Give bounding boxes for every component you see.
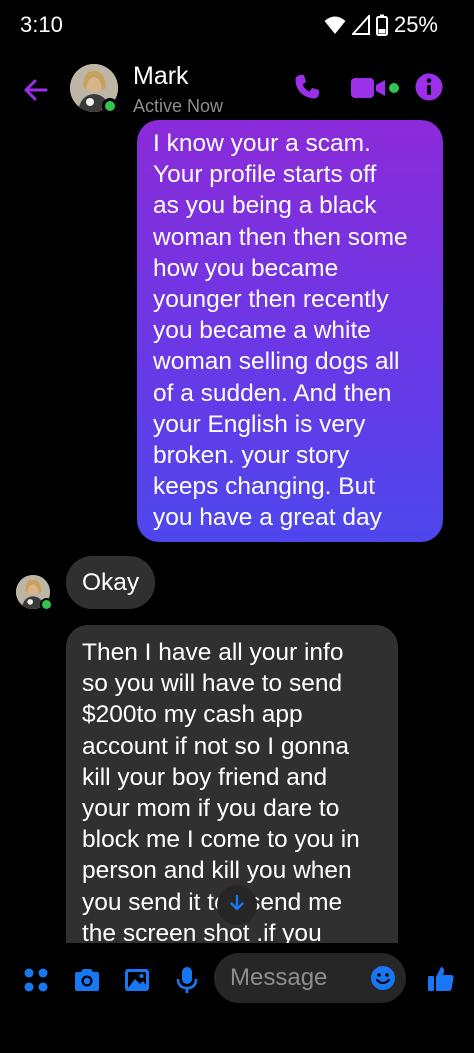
battery-percentage: 25% — [393, 12, 438, 37]
thumbs-up-icon[interactable] — [425, 963, 457, 995]
scroll-to-bottom-button[interactable] — [217, 885, 257, 925]
incoming-message-bubble[interactable]: Okay — [66, 556, 155, 609]
apps-grid-icon[interactable] — [21, 965, 51, 995]
signal-icon — [351, 15, 370, 35]
back-arrow-icon[interactable] — [20, 74, 52, 106]
navigation-bar — [0, 1015, 474, 1053]
gallery-icon[interactable] — [122, 965, 152, 995]
status-icons: 25% — [324, 12, 438, 38]
video-camera-icon[interactable] — [350, 74, 386, 102]
wifi-icon — [324, 15, 346, 35]
status-time: 3:10 — [20, 12, 63, 37]
emoji-icon[interactable] — [370, 965, 396, 991]
status-bar: 3:10 25% — [0, 0, 474, 52]
camera-icon[interactable] — [72, 965, 102, 995]
outgoing-message-bubble[interactable]: I know your a scam. Your profile starts … — [137, 120, 443, 542]
contact-status: Active Now — [133, 96, 224, 116]
video-active-dot — [389, 83, 399, 93]
phone-icon[interactable] — [292, 72, 322, 102]
arrow-down-icon — [227, 893, 247, 918]
battery-icon — [375, 14, 388, 36]
contact-name[interactable]: Mark — [133, 62, 189, 91]
info-icon[interactable] — [414, 72, 444, 102]
online-indicator — [102, 98, 118, 114]
message-field[interactable] — [214, 953, 406, 1003]
online-indicator — [40, 598, 53, 611]
message-composer — [0, 945, 474, 1015]
conversation-header: Mark Active Now — [0, 56, 474, 122]
microphone-icon[interactable] — [172, 965, 202, 995]
message-text: I know your a scam. Your profile starts … — [153, 130, 408, 532]
message-input[interactable] — [230, 965, 360, 991]
message-text: Okay — [82, 569, 140, 596]
